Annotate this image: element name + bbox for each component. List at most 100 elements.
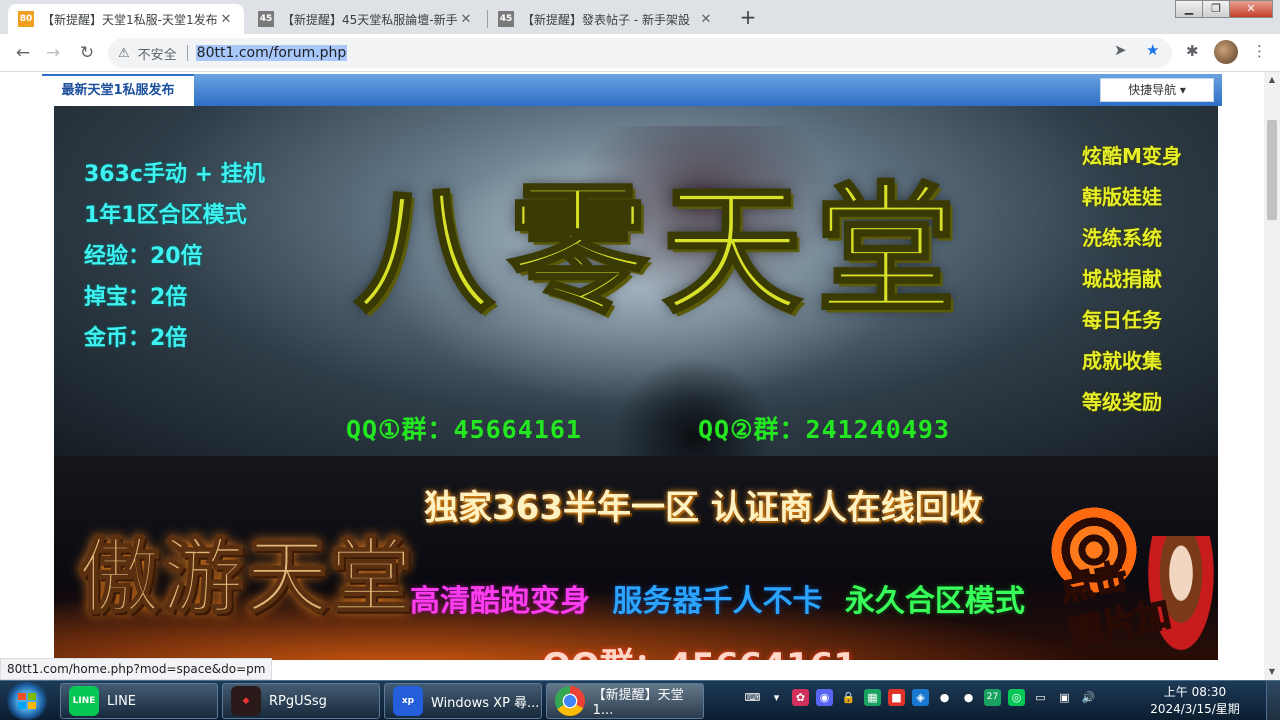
feature-line: 等级奖励 xyxy=(1082,390,1162,414)
feature-line: 城战捐献 xyxy=(1082,267,1162,291)
quick-nav-dropdown[interactable]: 快捷导航 ▾ xyxy=(1100,78,1214,102)
game-app-icon: ◆ xyxy=(231,686,261,716)
feature-line: 经验：20倍 xyxy=(84,244,203,269)
app-tray-icon[interactable]: ✿ xyxy=(792,689,809,706)
window-close-button[interactable]: ✕ xyxy=(1229,0,1273,18)
qq-group-2: QQ②群：241240493 xyxy=(698,415,950,444)
banner2-qq: QQ群：45664161 xyxy=(542,638,857,660)
line-tray-icon[interactable]: ◎ xyxy=(1008,689,1025,706)
taskbar-item-label: LINE xyxy=(107,693,137,709)
system-clock[interactable]: 上午 08:30 2024/3/15/星期五 xyxy=(1150,684,1240,720)
feature-line: 掉宝：2倍 xyxy=(84,285,188,310)
banner-ad-2[interactable]: 独家363半年一区 认证商人在线回收 傲游天堂 高清酷跑变身 服务器千人不卡 永… xyxy=(54,456,1218,660)
discord-icon[interactable]: ◉ xyxy=(816,689,833,706)
start-button[interactable] xyxy=(4,682,50,720)
qq-penguin-icon[interactable]: ● xyxy=(936,689,953,706)
banner2-sub-3: 永久合区模式 xyxy=(844,584,1025,619)
qq-group-1: QQ①群：45664161 xyxy=(346,415,582,444)
windows-taskbar: LINE LINE ◆ RPgUSsg xp Windows XP 尋... 【… xyxy=(0,680,1280,720)
url-text[interactable]: 80tt1.com/forum.php xyxy=(195,45,348,61)
web-page: 最新天堂1私服发布 快捷导航 ▾ 363c手动 + 挂机 1年1区合区模式 经验… xyxy=(0,72,1264,660)
forward-arrow-icon[interactable]: → xyxy=(40,40,66,66)
banner2-headline: 独家363半年一区 认证商人在线回收 xyxy=(424,488,983,528)
menu-kebab-icon[interactable]: ⋮ xyxy=(1252,42,1267,60)
feature-line: 每日任务 xyxy=(1082,308,1162,332)
blue-app-icon[interactable]: ◈ xyxy=(912,689,929,706)
address-divider xyxy=(186,45,188,61)
tab-title: 【新提醒】45天堂私服論壇-新手 xyxy=(282,12,458,27)
tab-2[interactable]: 45 【新提醒】45天堂私服論壇-新手 ✕ xyxy=(248,4,484,34)
tab-active[interactable]: 80 【新提醒】天堂1私服-天堂1发布 ✕ xyxy=(8,4,244,34)
banner2-subline: 高清酷跑变身 服务器千人不卡 永久合区模式 xyxy=(410,576,1037,620)
banner2-sub-1: 高清酷跑变身 xyxy=(410,584,590,619)
tray-expand-icon[interactable]: ▾ xyxy=(768,689,785,706)
chevron-down-icon: ▾ xyxy=(1179,83,1186,97)
taskbar-item-line[interactable]: LINE LINE xyxy=(60,683,218,719)
banner1-features-left: 363c手动 + 挂机 1年1区合区模式 经验：20倍 掉宝：2倍 金币：2倍 xyxy=(84,154,265,359)
system-tray: ⌨ ▾ ✿ ◉ 🔒 ▦ ■ ◈ ● ● 27 ◎ ▭ ▣ 🔊 xyxy=(744,689,1097,706)
send-icon[interactable]: ➤ xyxy=(1114,41,1127,59)
back-arrow-icon[interactable]: ← xyxy=(10,40,36,66)
profile-avatar[interactable] xyxy=(1214,40,1238,64)
clock-date: 2024/3/15/星期五 xyxy=(1150,702,1240,720)
tab-title: 【新提醒】天堂1私服-天堂1发布 xyxy=(42,12,218,27)
scroll-down-icon[interactable]: ▼ xyxy=(1264,664,1280,680)
show-desktop-button[interactable] xyxy=(1266,681,1280,720)
sheets-icon[interactable]: ▦ xyxy=(864,689,881,706)
taskbar-item-chrome[interactable]: 【新提醒】天堂1... xyxy=(546,683,704,719)
banner-ad-1[interactable]: 363c手动 + 挂机 1年1区合区模式 经验：20倍 掉宝：2倍 金币：2倍 … xyxy=(54,106,1218,456)
chrome-icon xyxy=(555,686,585,716)
address-bar[interactable]: ⚠ 不安全 80tt1.com/forum.php xyxy=(108,38,1172,68)
taskbar-item-game[interactable]: ◆ RPgUSsg xyxy=(222,683,380,719)
site-favicon-icon: 80 xyxy=(18,11,34,27)
qq-penguin-icon[interactable]: ● xyxy=(960,689,977,706)
close-icon[interactable]: ✕ xyxy=(218,12,234,27)
red-app-icon[interactable]: ■ xyxy=(888,689,905,706)
reload-icon[interactable]: ↻ xyxy=(74,40,100,66)
taskbar-item-label: 【新提醒】天堂1... xyxy=(592,688,684,718)
warning-icon[interactable]: ⚠ xyxy=(118,46,130,61)
status-url-bubble: 80tt1.com/home.php?mod=space&do=pm xyxy=(0,658,273,680)
taskbar-item-label: RPgUSsg xyxy=(269,693,327,709)
browser-tab-bar: 80 【新提醒】天堂1私服-天堂1发布 ✕ 45 【新提醒】45天堂私服論壇-新… xyxy=(0,0,1280,34)
volume-icon[interactable]: 🔊 xyxy=(1080,689,1097,706)
insecure-label[interactable]: 不安全 xyxy=(138,44,177,63)
banner2-sub-2: 服务器千人不卡 xyxy=(612,584,823,619)
bookmark-star-icon[interactable]: ★ xyxy=(1146,41,1159,59)
site-favicon-icon: 45 xyxy=(258,11,274,27)
banner1-features-right: 炫酷M变身 韩版娃娃 洗练系统 城战捐献 每日任务 成就收集 等级奖励 xyxy=(1082,136,1182,423)
maximize-button[interactable]: ❐ xyxy=(1202,0,1230,18)
feature-line: 363c手动 + 挂机 xyxy=(84,162,265,187)
close-icon[interactable]: ✕ xyxy=(458,12,474,27)
site-favicon-icon: 45 xyxy=(498,11,514,27)
extensions-icon[interactable]: ✱ xyxy=(1186,42,1199,60)
banner1-title: 八零天堂 xyxy=(352,168,970,335)
windows-xp-icon: xp xyxy=(393,686,423,716)
taskbar-item-winxp[interactable]: xp Windows XP 尋... xyxy=(384,683,542,719)
tab-title: 【新提醒】發表帖子 - 新手架設 xyxy=(522,12,690,27)
scrollbar-thumb[interactable] xyxy=(1267,120,1277,220)
tab-3[interactable]: 45 【新提醒】發表帖子 - 新手架設 ✕ xyxy=(488,4,724,34)
line-app-icon: LINE xyxy=(69,686,99,716)
new-tab-button[interactable]: + xyxy=(735,6,761,30)
feature-line: 成就收集 xyxy=(1082,349,1162,373)
scroll-up-icon[interactable]: ▲ xyxy=(1264,72,1280,88)
windows-logo-icon xyxy=(18,693,36,709)
feature-line: 1年1区合区模式 xyxy=(84,203,247,228)
page-scrollbar[interactable]: ▲ ▼ xyxy=(1264,72,1280,680)
usb-icon[interactable]: ▭ xyxy=(1032,689,1049,706)
taskbar-item-label: Windows XP 尋... xyxy=(431,695,540,711)
feature-line: 洗练系统 xyxy=(1082,226,1162,250)
banner2-logo: 傲游天堂 xyxy=(77,528,415,626)
clock-time: 上午 08:30 xyxy=(1163,685,1227,699)
feature-line: 炫酷M变身 xyxy=(1082,144,1182,168)
minimize-button[interactable]: ▁ xyxy=(1175,0,1203,18)
calendar-badge-icon[interactable]: 27 xyxy=(984,689,1001,706)
site-nav-tab-active[interactable]: 最新天堂1私服发布 xyxy=(42,74,194,106)
close-icon[interactable]: ✕ xyxy=(698,12,714,27)
feature-line: 金币：2倍 xyxy=(84,326,188,351)
lock-icon[interactable]: 🔒 xyxy=(840,689,857,706)
keyboard-icon[interactable]: ⌨ xyxy=(744,689,761,706)
site-nav-bar xyxy=(42,74,1222,106)
network-icon[interactable]: ▣ xyxy=(1056,689,1073,706)
